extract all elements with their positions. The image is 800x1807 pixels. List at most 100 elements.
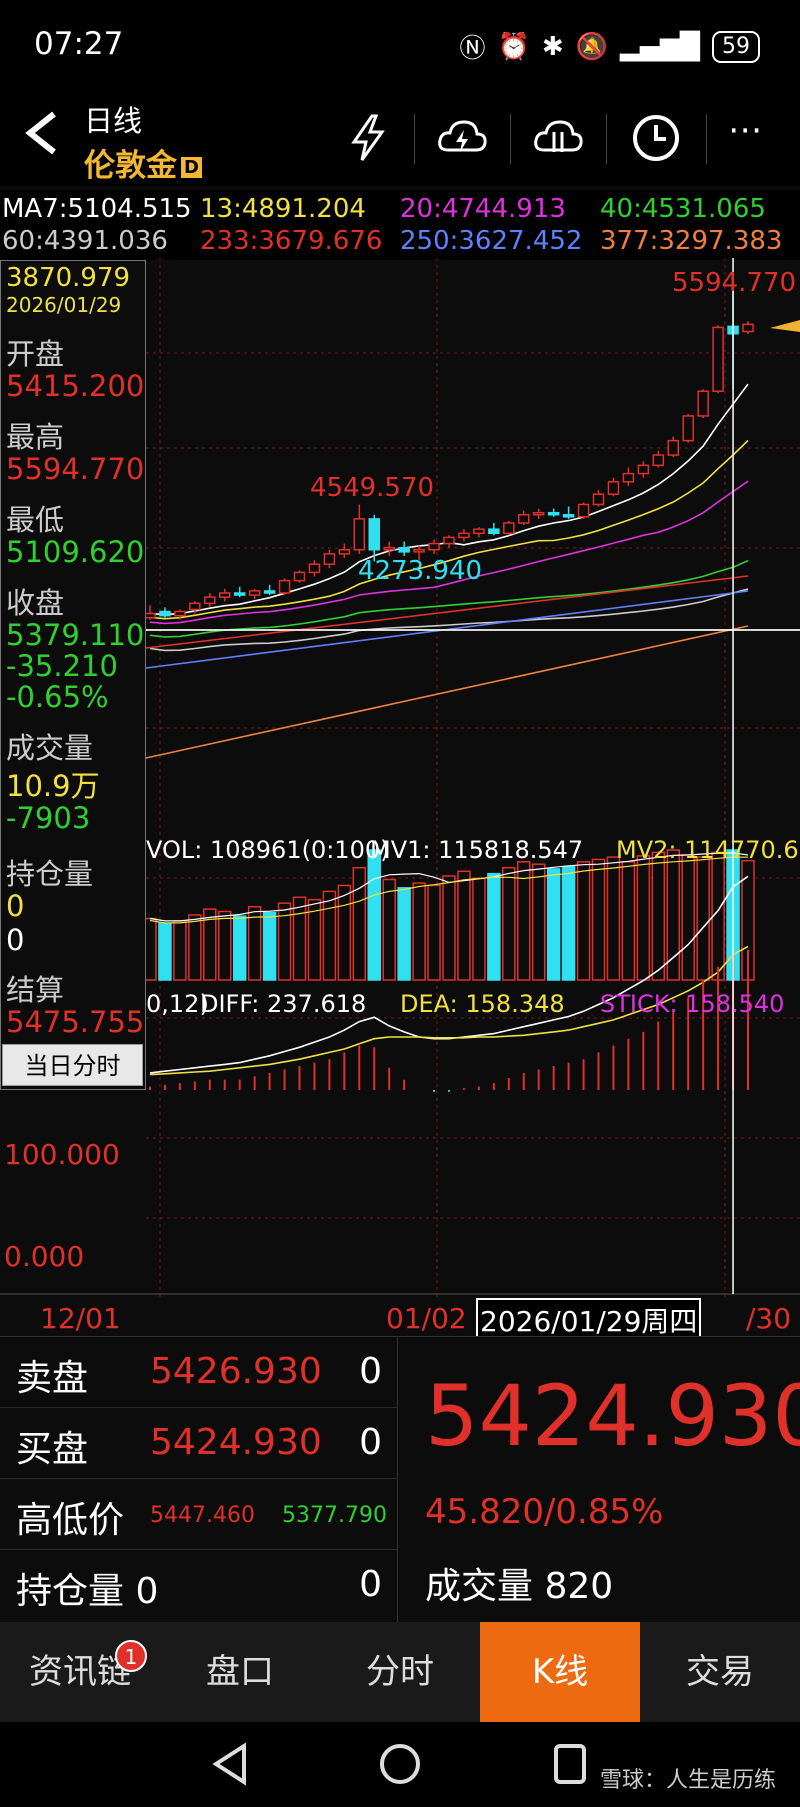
instrument-badge: D	[181, 157, 202, 178]
cloud-flash-icon[interactable]	[436, 112, 488, 164]
volume-bar	[262, 911, 277, 981]
candle-body	[159, 610, 171, 617]
info-close: 5379.110	[6, 618, 145, 652]
info-high: 5594.770	[6, 452, 145, 486]
candle-body	[413, 549, 425, 553]
buy-row: 买盘 5424.930 0	[0, 1408, 398, 1479]
candle-body	[592, 493, 605, 506]
volume-bar	[352, 866, 367, 981]
candle-body	[532, 511, 545, 516]
oi-label: 持仓量 0	[16, 1562, 158, 1614]
volume-bar	[472, 877, 486, 981]
nav-recents-icon[interactable]	[550, 1742, 590, 1786]
candle-body	[278, 579, 291, 594]
tab-kline[interactable]: K线	[480, 1622, 640, 1722]
period-title: 日线	[84, 104, 143, 138]
ma-legend: MA7:5104.515 13:4891.204 20:4744.913 40:453…	[0, 190, 800, 260]
candle-body	[667, 439, 679, 456]
tab-intraday[interactable]: 分时	[320, 1622, 480, 1722]
volume-bar	[487, 872, 501, 981]
candle-body	[219, 592, 231, 598]
volume-bar	[218, 910, 232, 981]
back-arrow-icon[interactable]	[22, 108, 62, 158]
cloud-sync-icon[interactable]	[532, 112, 584, 164]
nav-home-icon[interactable]	[378, 1742, 422, 1786]
tab-order-book[interactable]: 盘口	[160, 1622, 320, 1722]
more-icon[interactable]: ⋯	[728, 110, 762, 150]
volume-bar	[576, 861, 591, 981]
info-open-label: 开盘	[6, 337, 65, 371]
app-header: 日线 伦敦金 D ⋯	[0, 86, 800, 186]
candle-body	[308, 563, 321, 574]
info-high-label: 最高	[6, 420, 65, 454]
candle-body	[293, 571, 306, 582]
macd-axis-100: 100.000	[4, 1138, 120, 1171]
bluetooth-icon: ✱	[541, 31, 564, 62]
volume-label: 成交量	[425, 1566, 534, 1607]
candle-body	[458, 532, 470, 539]
candle-body	[144, 612, 156, 619]
volume-bar	[427, 884, 441, 981]
info-open: 5415.200	[6, 369, 145, 403]
candle-body	[547, 511, 560, 516]
instrument-title[interactable]: 伦敦金 D	[84, 140, 202, 185]
x-axis-label-1: 12/01	[40, 1302, 121, 1335]
info-oi-change: 0	[6, 923, 25, 957]
dea-label: DEA: 158.348	[400, 990, 565, 1018]
x-axis-label-2: 01/02	[386, 1302, 467, 1335]
sell-qty: 0	[359, 1351, 382, 1392]
nfc-icon: Ⓝ	[459, 34, 486, 64]
lightning-icon[interactable]	[342, 112, 394, 164]
header-divider	[510, 114, 511, 164]
info-change: -35.210	[6, 649, 118, 683]
volume-bar	[502, 866, 516, 981]
candle-body	[338, 549, 351, 555]
tab-trade[interactable]: 交易	[640, 1622, 800, 1722]
mv2-label: MV2: 114770.625	[616, 836, 800, 864]
price-marker-arrow	[770, 320, 800, 332]
volume-bar	[651, 851, 666, 981]
x-axis-label-3: /30	[746, 1302, 792, 1335]
mv1-label: MV1: 115818.547	[370, 836, 584, 864]
clock-icon[interactable]	[630, 112, 682, 164]
ma-legend-item: 13:4891.204	[200, 194, 366, 224]
ma-legend-item: MA7:5104.515	[2, 194, 192, 224]
info-volume-label: 成交量	[6, 731, 94, 765]
ma-legend-item: 250:3627.452	[400, 226, 583, 256]
tab-news[interactable]: 资讯链	[0, 1622, 160, 1722]
candle-body	[383, 546, 395, 551]
status-bar: 07:27 Ⓝ ⏰ ✱ 🔕 ▂▄▆█ 59	[0, 0, 800, 86]
candle-body	[428, 542, 440, 551]
candle-body	[503, 522, 515, 535]
volume-bar	[412, 882, 426, 981]
oi-label-text: 持仓量	[16, 1571, 125, 1612]
watermark: 雪球：人生是历练	[599, 1768, 776, 1793]
volume-bar	[337, 884, 352, 981]
info-date: 2026/01/29	[6, 293, 122, 317]
candle-body	[174, 610, 186, 617]
volume-bar	[367, 849, 381, 981]
candle-body	[248, 590, 261, 596]
volume-bar	[636, 855, 651, 981]
volume-bar	[158, 922, 172, 981]
instrument-name: 伦敦金	[84, 148, 177, 184]
buy-price: 5424.930	[150, 1422, 322, 1463]
candle-body	[652, 454, 665, 467]
candle-body	[682, 415, 694, 442]
volume-bar	[606, 856, 621, 981]
macd-axis-0: 0.000	[4, 1240, 85, 1273]
volume-bar	[173, 920, 187, 981]
bottom-tab-bar: 资讯链 1 盘口 分时 K线 交易	[0, 1622, 800, 1722]
nav-back-icon[interactable]	[210, 1742, 250, 1786]
candle-body	[204, 596, 216, 605]
candle-body	[368, 518, 380, 551]
intraday-button[interactable]: 当日分时	[2, 1044, 143, 1086]
order-book: 卖盘 5426.930 0 买盘 5424.930 0 高低价 5447.460…	[0, 1337, 398, 1623]
volume-bar	[322, 890, 337, 981]
candle-body	[189, 602, 201, 611]
long-ma-line	[145, 625, 749, 759]
long-ma-line	[145, 575, 749, 649]
hl-low: 5377.790	[282, 1503, 387, 1528]
candle-body	[398, 546, 410, 553]
header-divider	[414, 114, 415, 164]
